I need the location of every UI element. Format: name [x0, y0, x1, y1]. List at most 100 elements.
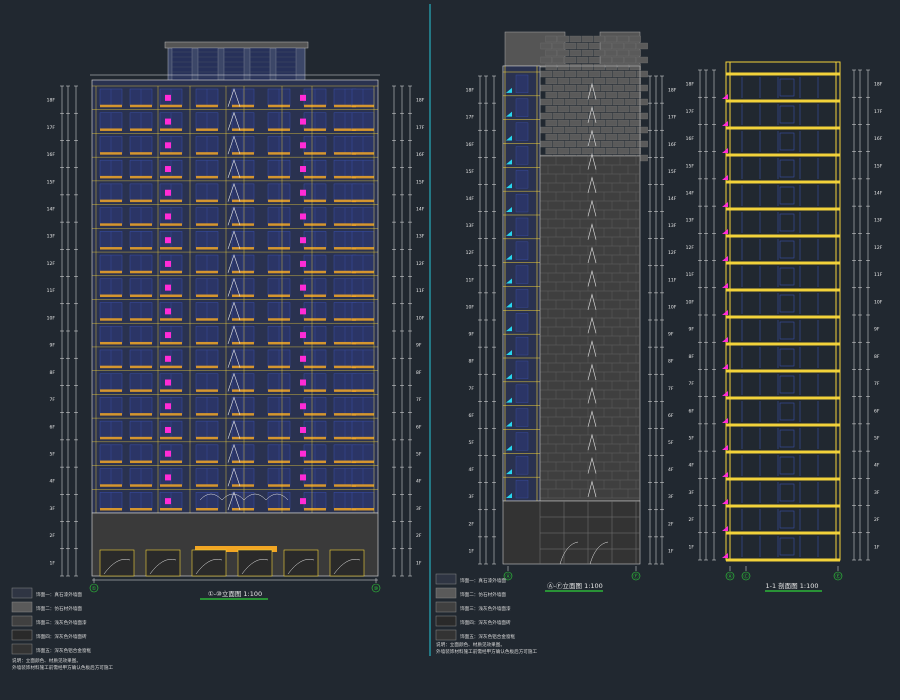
- floor-level-label: 7F: [874, 381, 880, 387]
- side-stone-block: [605, 133, 617, 141]
- front-balcony-rail: [130, 508, 152, 511]
- side-stone-block: [636, 84, 648, 92]
- side-stone-block: [629, 119, 641, 127]
- side-stone-block: [617, 77, 629, 85]
- floor-level-label: 12F: [668, 250, 677, 256]
- floor-level-label: 17F: [47, 125, 56, 131]
- side-stone-block: [593, 63, 605, 71]
- front-balcony-rail: [232, 341, 254, 345]
- front-magenta-accent: [300, 213, 306, 220]
- front-balcony-rail: [352, 389, 374, 392]
- front-magenta-accent: [165, 189, 171, 196]
- side-stone-block: [629, 49, 641, 57]
- front-balcony-rail: [196, 199, 218, 203]
- side-stone-block: [576, 112, 588, 120]
- side-stone-block: [629, 147, 641, 155]
- side-stone-block: [557, 49, 569, 57]
- floor-level-label: 10F: [686, 299, 695, 305]
- side-stone-block: [593, 133, 605, 141]
- side-stone-block: [629, 133, 641, 141]
- front-balcony-rail: [196, 508, 218, 511]
- floor-level-label: 8F: [469, 359, 475, 365]
- front-balcony-rail: [130, 270, 152, 274]
- front-balcony-rail: [130, 223, 152, 226]
- side-stone-block: [552, 140, 564, 148]
- axis-bubble-label: Ⓔ: [835, 573, 840, 580]
- side-stone-block: [593, 77, 605, 85]
- side-stone-block: [624, 126, 636, 134]
- front-balcony-rail: [196, 365, 218, 369]
- section-level-marker: [722, 472, 728, 477]
- floor-level-label: 1F: [469, 548, 475, 554]
- floor-level-label: 5F: [689, 436, 695, 442]
- side-stone-block: [612, 126, 624, 134]
- front-balcony-rail: [304, 270, 326, 274]
- front-magenta-accent: [300, 284, 306, 291]
- front-balcony-rail: [304, 413, 326, 416]
- side-stone-block: [605, 147, 617, 155]
- front-balcony-rail: [352, 365, 374, 369]
- section-slab: [726, 288, 840, 292]
- front-balcony-rail: [100, 223, 122, 226]
- section-stair-box: [779, 159, 795, 178]
- front-balcony-rail: [268, 128, 290, 131]
- section-stair-box: [779, 510, 795, 529]
- side-stone-block: [617, 35, 629, 43]
- section-level-marker: [722, 175, 728, 180]
- side-stone-block: [605, 105, 617, 113]
- side-stone-block: [600, 42, 612, 50]
- section-dimension-rails: 18F 17F 16F 15F 14F 13F 12F 11F 10F 9F 8F 7F 6F 5F 4F 3…: [686, 69, 883, 561]
- front-balcony-rail: [268, 199, 290, 203]
- side-stone-block: [629, 77, 641, 85]
- floor-level-label: 4F: [689, 463, 695, 469]
- front-balcony-rail: [130, 318, 152, 321]
- front-balcony-rail: [196, 460, 218, 464]
- side-stone-block: [564, 112, 576, 120]
- front-balcony-rail: [304, 175, 326, 179]
- section-level-marker: [722, 445, 728, 450]
- floor-level-label: 14F: [466, 196, 475, 202]
- front-magenta-accent: [300, 379, 306, 386]
- side-stone-block: [576, 140, 588, 148]
- floor-level-label: 1F: [668, 548, 674, 554]
- side-stone-block: [581, 35, 593, 43]
- front-balcony-rail: [100, 365, 122, 369]
- side-window: [515, 313, 529, 332]
- floor-level-label: 4F: [668, 467, 674, 473]
- floor-level-label: 16F: [466, 142, 475, 148]
- front-magenta-accent: [300, 426, 306, 433]
- side-stone-block: [557, 147, 569, 155]
- front-balcony-rail: [130, 365, 152, 369]
- cad-canvas: 18F 17F 16F 15F 14F 13F 12F 11F 10F 9F 8F 7F 6F 5F 4F 3…: [11, 4, 883, 671]
- legend-right-item-2: 饰面二：仿石材外墙面: [460, 591, 506, 598]
- front-balcony-rail: [352, 128, 374, 131]
- section-level-marker: [722, 499, 728, 504]
- section-slab: [726, 531, 840, 535]
- front-magenta-accent: [165, 94, 171, 101]
- floor-level-label: 11F: [668, 277, 677, 283]
- side-stone-block: [545, 63, 557, 71]
- side-window: [515, 265, 529, 284]
- front-magenta-accent: [300, 474, 306, 481]
- front-magenta-accent: [165, 237, 171, 244]
- floor-level-label: 15F: [466, 169, 475, 175]
- note-right-1: 说明：立面颜色、材质见效果图。: [436, 641, 505, 648]
- floor-level-label: 16F: [686, 136, 695, 142]
- legend-right-item-4: 饰面四：深灰色外墙面砖: [460, 619, 511, 626]
- front-balcony-rail: [196, 341, 218, 345]
- front-balcony-rail: [232, 413, 254, 416]
- section-slab: [726, 342, 840, 346]
- side-stone-block: [588, 70, 600, 78]
- front-balcony-rail: [352, 223, 374, 226]
- side-stone-block: [564, 140, 576, 148]
- front-balcony-rail: [232, 270, 254, 274]
- section-stair-box: [779, 429, 795, 448]
- section-level-marker: [722, 310, 728, 315]
- floor-level-label: 18F: [686, 82, 695, 88]
- side-stone-block: [636, 56, 648, 64]
- front-balcony-rail: [160, 389, 182, 392]
- front-balcony-rail: [130, 199, 152, 203]
- axis-bubble-label: ①: [92, 586, 97, 592]
- legend-left: 饰面一：真石漆外墙面 饰面二：仿石材外墙面 饰面三：浅灰色外墙面漆 饰面四：深灰…: [11, 587, 113, 671]
- front-balcony-rail: [232, 294, 254, 297]
